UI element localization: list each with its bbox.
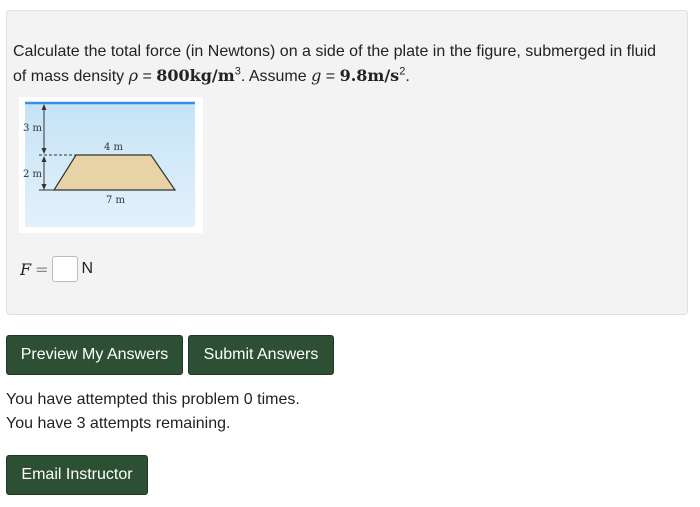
plate-diagram: 3 m 2 m 4 m 7 m <box>23 101 195 227</box>
problem-text-assume: . Assume <box>240 68 312 85</box>
answer-variable: F <box>20 259 32 279</box>
remaining-attempts-message: You have 3 attempts remaining. <box>6 415 231 432</box>
label-top-width: 4 m <box>104 142 124 153</box>
equals-sign-2: = <box>321 68 340 85</box>
plate-figure: 3 m 2 m 4 m 7 m <box>19 97 203 233</box>
preview-answers-button[interactable]: Preview My Answers <box>6 335 183 375</box>
problem-text-end: . <box>405 68 410 85</box>
problem-statement: Calculate the total force (in Newtons) o… <box>13 40 663 89</box>
answer-row: F = N <box>20 254 93 284</box>
answer-input[interactable] <box>51 256 78 282</box>
attempts-message: You have attempted this problem 0 times. <box>6 391 300 408</box>
answer-equals: = <box>35 259 49 279</box>
equals-sign: = <box>138 68 157 85</box>
rho-symbol: ρ <box>128 66 139 85</box>
label-bottom-width: 7 m <box>106 195 126 206</box>
g-symbol: g <box>311 66 322 85</box>
rho-value: 800kg/m <box>156 66 235 85</box>
answer-unit: N <box>81 260 94 277</box>
label-height: 2 m <box>23 169 43 180</box>
submit-answers-button[interactable]: Submit Answers <box>188 335 334 375</box>
g-value: 9.8m/s <box>339 66 400 85</box>
email-instructor-button[interactable]: Email Instructor <box>6 455 148 495</box>
label-depth-top: 3 m <box>23 123 43 134</box>
